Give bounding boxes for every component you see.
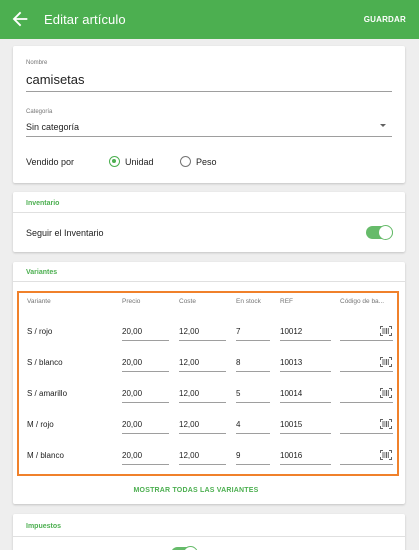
- barcode-underline: [340, 464, 393, 465]
- stock-underline: [236, 371, 270, 372]
- cost-underline: [179, 464, 226, 465]
- header-variant: Variante: [27, 298, 51, 305]
- barcode-underline: [340, 340, 393, 341]
- radio-weight-label[interactable]: Peso: [196, 157, 217, 167]
- ref-input[interactable]: 10016: [280, 451, 302, 460]
- cost-input[interactable]: 12,00: [179, 389, 199, 398]
- radio-weight[interactable]: [180, 156, 191, 167]
- barcode-input[interactable]: [340, 384, 376, 402]
- stock-underline: [236, 340, 270, 341]
- price-underline: [122, 402, 169, 403]
- name-input-underline: [26, 91, 392, 92]
- show-all-variants-button[interactable]: MOSTRAR TODAS LAS VARIANTES: [0, 487, 392, 494]
- stock-underline: [236, 464, 270, 465]
- price-input[interactable]: 20,00: [122, 451, 142, 460]
- track-inventory-label: Seguir el Inventario: [26, 228, 104, 238]
- cost-underline: [179, 433, 226, 434]
- app-bar: Editar artículo GUARDAR: [0, 0, 419, 39]
- taxes-card: Impuestos: [13, 514, 405, 550]
- price-underline: [122, 340, 169, 341]
- barcode-scan-icon[interactable]: [380, 388, 392, 398]
- variant-name: S / blanco: [27, 358, 63, 367]
- name-input[interactable]: camisetas: [26, 66, 392, 94]
- price-input[interactable]: 20,00: [122, 389, 142, 398]
- variant-name: S / rojo: [27, 327, 53, 336]
- barcode-input[interactable]: [340, 353, 376, 371]
- stock-input[interactable]: 4: [236, 420, 240, 429]
- barcode-scan-icon[interactable]: [380, 450, 392, 460]
- track-inventory-toggle[interactable]: [366, 224, 393, 241]
- header-ref: REF: [280, 298, 293, 305]
- price-input[interactable]: 20,00: [122, 420, 142, 429]
- inventory-card: Inventario Seguir el Inventario: [13, 192, 405, 252]
- inventory-divider: [13, 212, 405, 213]
- tax-toggle[interactable]: [171, 545, 198, 550]
- ref-underline: [280, 464, 331, 465]
- variants-divider: [13, 281, 405, 282]
- barcode-input[interactable]: [340, 415, 376, 433]
- name-input-value: camisetas: [26, 72, 85, 87]
- barcode-underline: [340, 402, 393, 403]
- price-underline: [122, 464, 169, 465]
- inventory-title: Inventario: [26, 200, 60, 207]
- category-select-underline: [26, 136, 392, 137]
- radio-unit[interactable]: [109, 156, 120, 167]
- cost-underline: [179, 402, 226, 403]
- item-details-card: Nombre camisetas Categoría Sin categoría…: [13, 46, 405, 183]
- cost-input[interactable]: 12,00: [179, 420, 199, 429]
- ref-input[interactable]: 10014: [280, 389, 302, 398]
- cost-input[interactable]: 12,00: [179, 451, 199, 460]
- barcode-scan-icon[interactable]: [380, 326, 392, 336]
- radio-unit-dot: [112, 159, 117, 164]
- barcode-underline: [340, 371, 393, 372]
- radio-unit-label[interactable]: Unidad: [125, 157, 154, 167]
- header-stock: En stock: [236, 298, 261, 305]
- ref-underline: [280, 340, 331, 341]
- category-field-label: Categoría: [26, 109, 53, 115]
- stock-input[interactable]: 8: [236, 358, 240, 367]
- cost-underline: [179, 371, 226, 372]
- ref-input[interactable]: 10012: [280, 327, 302, 336]
- header-price: Precio: [122, 298, 141, 305]
- price-underline: [122, 371, 169, 372]
- price-underline: [122, 433, 169, 434]
- header-barcode: Código de ba...: [340, 298, 385, 305]
- barcode-input[interactable]: [340, 322, 376, 340]
- page-title: Editar artículo: [44, 12, 126, 27]
- stock-input[interactable]: 7: [236, 327, 240, 336]
- price-input[interactable]: 20,00: [122, 358, 142, 367]
- save-button[interactable]: GUARDAR: [364, 15, 406, 24]
- cost-input[interactable]: 12,00: [179, 327, 199, 336]
- variant-name: M / blanco: [27, 451, 64, 460]
- barcode-scan-icon[interactable]: [380, 357, 392, 367]
- ref-input[interactable]: 10015: [280, 420, 302, 429]
- ref-input[interactable]: 10013: [280, 358, 302, 367]
- barcode-underline: [340, 433, 393, 434]
- stock-input[interactable]: 9: [236, 451, 240, 460]
- stock-underline: [236, 433, 270, 434]
- category-select[interactable]: Sin categoría: [26, 116, 392, 134]
- variant-name: S / amarillo: [27, 389, 68, 398]
- taxes-title: Impuestos: [26, 523, 62, 530]
- taxes-divider: [13, 536, 405, 537]
- toggle-thumb: [183, 546, 198, 550]
- category-select-value: Sin categoría: [26, 122, 80, 132]
- variants-title: Variantes: [26, 269, 58, 276]
- variant-name: M / rojo: [27, 420, 54, 429]
- ref-underline: [280, 371, 331, 372]
- price-input[interactable]: 20,00: [122, 327, 142, 336]
- sold-by-label: Vendido por: [26, 157, 75, 167]
- stock-input[interactable]: 5: [236, 389, 240, 398]
- header-cost: Coste: [179, 298, 196, 305]
- barcode-input[interactable]: [340, 446, 376, 464]
- cost-input[interactable]: 12,00: [179, 358, 199, 367]
- stock-underline: [236, 402, 270, 403]
- ref-underline: [280, 433, 331, 434]
- ref-underline: [280, 402, 331, 403]
- caret-down-icon[interactable]: [380, 124, 386, 127]
- cost-underline: [179, 340, 226, 341]
- toggle-thumb: [378, 225, 393, 240]
- arrow-left-icon[interactable]: [9, 8, 31, 30]
- barcode-scan-icon[interactable]: [380, 419, 392, 429]
